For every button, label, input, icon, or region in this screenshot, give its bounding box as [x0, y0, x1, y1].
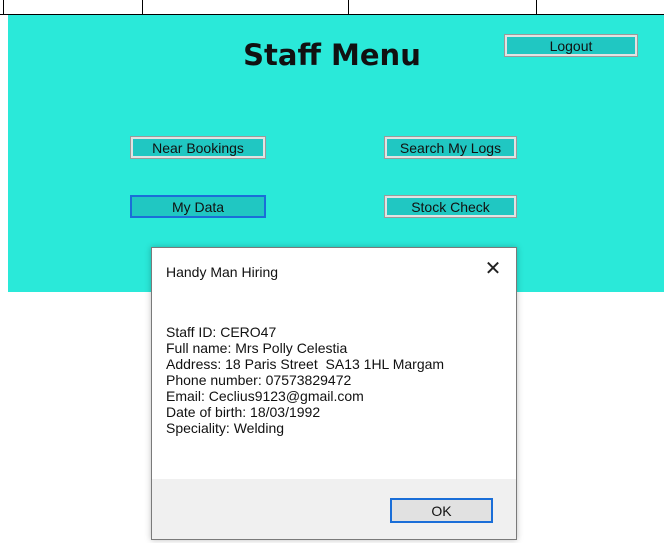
column-separator [142, 0, 143, 14]
speciality-line: Speciality: Welding [166, 420, 285, 436]
dialog-message: Staff ID: CERO47 Full name: Mrs Polly Ce… [166, 324, 444, 436]
full-name-line: Full name: Mrs Polly Celestia [166, 340, 348, 356]
my-data-button[interactable]: My Data [130, 195, 266, 218]
near-bookings-button[interactable]: Near Bookings [130, 136, 266, 159]
date-of-birth-line: Date of birth: 18/03/1992 [166, 404, 321, 420]
logout-button[interactable]: Logout [504, 34, 638, 57]
staff-id-line: Staff ID: CERO47 [166, 324, 277, 340]
column-separator [3, 0, 4, 14]
column-separator [348, 0, 349, 14]
stock-check-button[interactable]: Stock Check [384, 195, 517, 218]
search-my-logs-button[interactable]: Search My Logs [384, 136, 517, 159]
ok-button[interactable]: OK [390, 498, 493, 523]
close-icon[interactable]: ✕ [482, 258, 504, 280]
email-line: Email: Ceclius9123@gmail.com [166, 388, 364, 404]
phone-number-line: Phone number: 07573829472 [166, 372, 352, 388]
message-dialog: Handy Man Hiring ✕ Staff ID: CERO47 Full… [151, 247, 517, 540]
top-table-strip [0, 0, 664, 15]
address-line: Address: 18 Paris Street SA13 1HL Margam [166, 356, 445, 372]
dialog-footer: OK [152, 479, 516, 539]
dialog-title: Handy Man Hiring [166, 264, 279, 280]
column-separator [536, 0, 537, 14]
